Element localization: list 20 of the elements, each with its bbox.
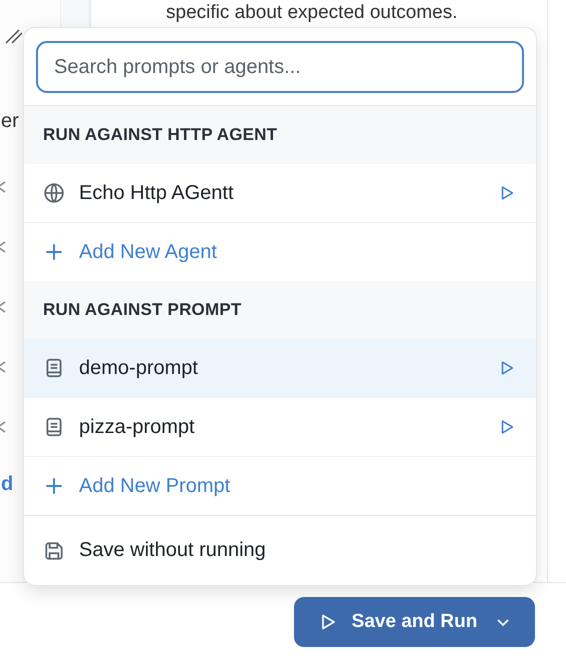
resize-handle-icon[interactable] bbox=[4, 28, 24, 44]
item-label: Echo Http AGentt bbox=[79, 182, 235, 204]
item-label: Save without running bbox=[79, 539, 266, 562]
menu-item[interactable]: pizza-prompt bbox=[24, 397, 536, 456]
globe-icon bbox=[43, 182, 65, 204]
card-text: specific about expected outcomes. bbox=[166, 2, 459, 24]
section-header: RUN AGAINST HTTP AGENT bbox=[24, 106, 536, 164]
item-label: demo-prompt bbox=[79, 356, 199, 380]
menu-item[interactable]: demo-prompt bbox=[24, 339, 536, 397]
add-label: Add New Agent bbox=[79, 240, 218, 264]
section-header: RUN AGAINST PROMPT bbox=[24, 281, 536, 339]
menu-item[interactable]: Save without running bbox=[24, 515, 536, 585]
link-text[interactable]: d bbox=[1, 473, 14, 496]
add-item[interactable]: Add New Prompt bbox=[24, 456, 536, 515]
menu-item[interactable]: Echo Http AGentt bbox=[24, 164, 536, 222]
item-label: pizza-prompt bbox=[79, 416, 196, 438]
save-and-run-button[interactable]: Save and Run bbox=[294, 597, 535, 647]
label-text: er bbox=[1, 110, 19, 133]
add-label: Add New Prompt bbox=[79, 474, 232, 498]
search-field[interactable]: Search prompts or agents... bbox=[36, 41, 524, 93]
